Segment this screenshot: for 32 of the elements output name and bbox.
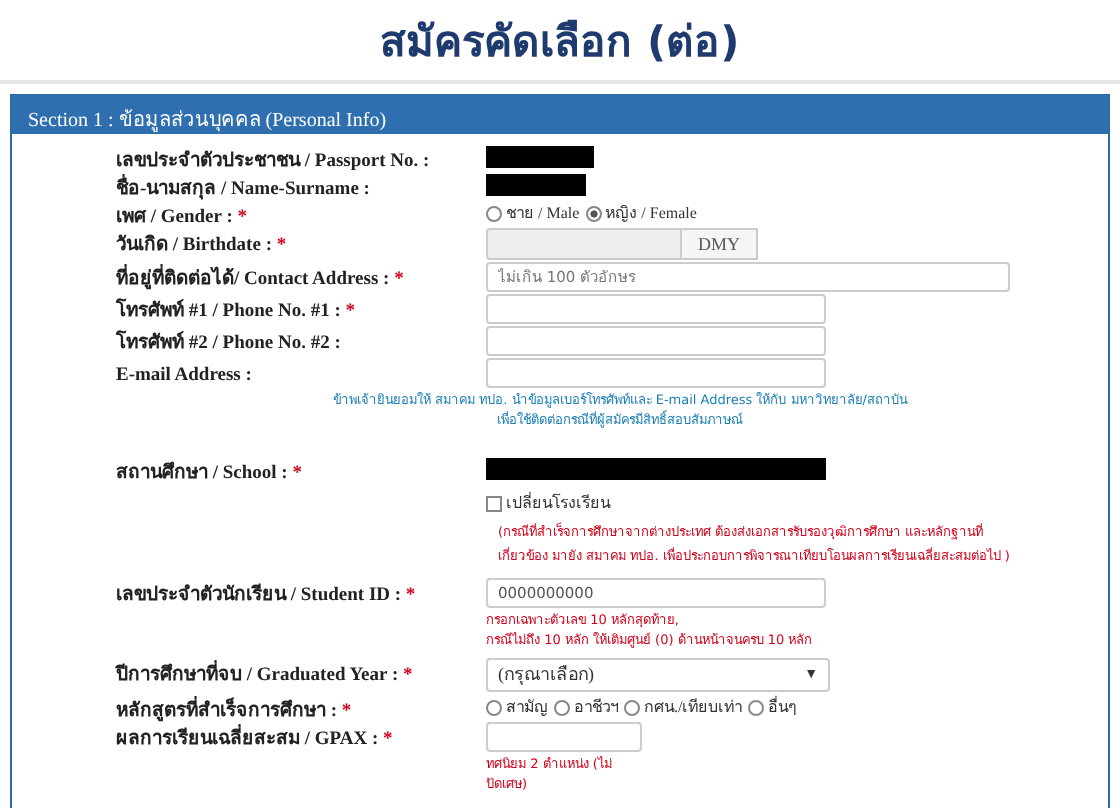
option-label: อาชีวฯ	[574, 696, 618, 720]
radio-button[interactable]	[554, 699, 570, 715]
radio-button[interactable]	[486, 699, 502, 715]
date-format-addon: DMY	[682, 228, 759, 260]
field-label: วันเกิด / Birthdate : *	[116, 236, 287, 256]
option-label: ชาย / Male	[506, 202, 580, 226]
field-label: โทรศัพท์ #2 / Phone No. #2 :	[116, 334, 341, 354]
option-label: อื่นๆ	[768, 694, 797, 720]
radio-button[interactable]	[624, 699, 640, 715]
field-label: สถานศึกษา / School : *	[116, 464, 302, 484]
redaction-bar	[486, 146, 594, 168]
field-label: E-mail Address :	[116, 366, 252, 386]
input-field[interactable]	[486, 722, 642, 752]
radio-button[interactable]	[748, 699, 765, 715]
checkbox[interactable]	[486, 495, 502, 511]
field-label: โทรศัพท์ #1 / Phone No. #1 : *	[116, 302, 355, 322]
input-field[interactable]	[486, 294, 826, 324]
option-label: สามัญ	[506, 696, 548, 720]
redaction-bar	[486, 174, 586, 196]
radio-button[interactable]	[486, 205, 502, 221]
field-label: เลขประจำตัวนักเรียน / Student ID : *	[116, 586, 416, 606]
checkbox-label: เปลี่ยนโรงเรียน	[506, 490, 610, 516]
field-label: เพศ / Gender : *	[116, 208, 247, 228]
radio-button[interactable]	[585, 205, 602, 221]
option-label: หญิง / Female	[605, 202, 697, 226]
option-label: กศน./เทียบเท่า	[644, 696, 743, 720]
input-field[interactable]	[486, 326, 826, 356]
dropdown-value: (กรุณาเลือก)	[498, 662, 594, 688]
input-field[interactable]	[486, 358, 826, 388]
field-label: เลขประจำตัวประชาชน / Passport No. :	[116, 152, 430, 172]
section-title: Section 1 : ข้อมูลส่วนบุคคล (Personal Info)	[28, 110, 387, 132]
page-title: สมัครคัดเลือก (ต่อ)	[380, 15, 740, 69]
